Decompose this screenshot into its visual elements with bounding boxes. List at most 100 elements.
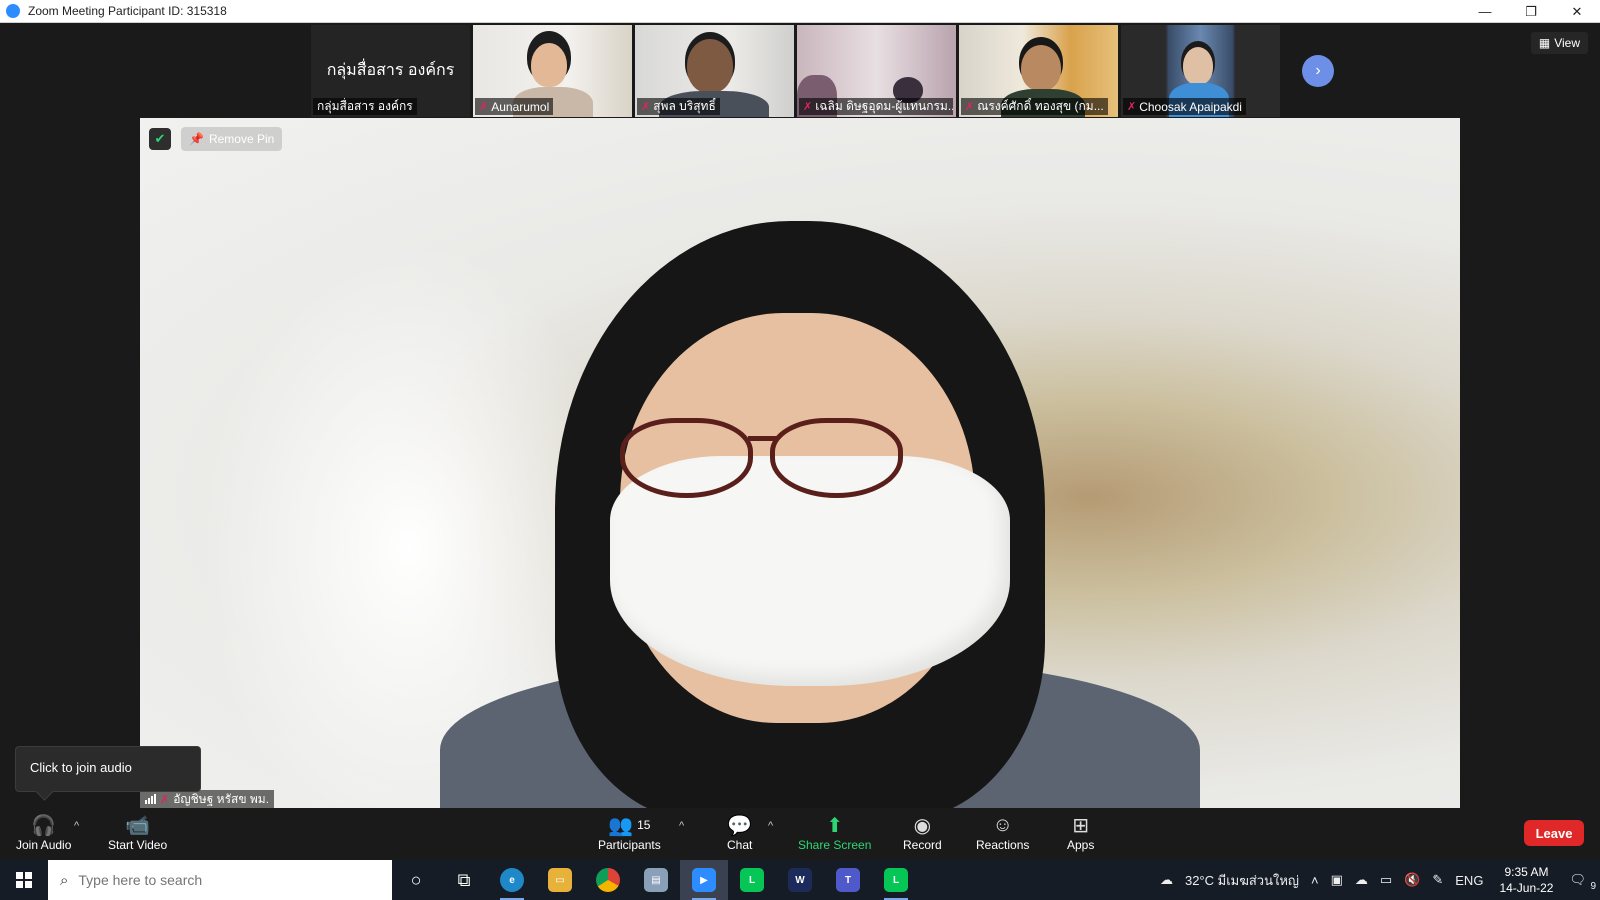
search-input[interactable] [78,872,359,888]
remove-pin-button[interactable]: 📌 Remove Pin [181,127,283,151]
line-app-icon-2[interactable]: L [872,860,920,900]
restore-button[interactable]: ❐ [1508,0,1554,23]
pinned-video[interactable]: ✔ 📌 Remove Pin ✗ อัญชิษฐ หรัสข พม. [140,118,1460,808]
apps-icon: ⊞ [1072,814,1090,837]
grid-view-icon: ▦ [1538,36,1551,50]
participant-name-label: ✗ Choosak Apaipakdi [1123,98,1246,115]
participant-tile[interactable]: ✗ สุพล บริสุทธิ์ [635,25,794,117]
clock-time: 9:35 AM [1504,865,1549,879]
speaker-name: อัญชิษฐ หรัสข พม. [173,791,270,806]
view-button[interactable]: ▦ View [1530,32,1588,54]
edge-browser-icon[interactable]: e [488,860,536,900]
clock-date: 14-Jun-22 [1499,881,1554,895]
chat-label: Chat [727,838,753,852]
zoom-meeting-window: Zoom Meeting Participant ID: 315318 — ❐ … [0,0,1600,900]
participant-name: ณรงค์ศักดิ์ ทองสุข (กม... [977,99,1104,113]
participant-name: กลุ่มสื่อสาร องค์กร [317,99,413,113]
weather-text[interactable]: 32°C มีเมฆส่วนใหญ่ [1179,870,1305,891]
chrome-browser-icon[interactable] [584,860,632,900]
windows-taskbar: ⌕ ○ ⧉ e ▭ ▤ ▶ L W T L ☁ 32°C มีเมฆส่วนให… [0,860,1600,900]
mic-muted-icon: ✗ [1127,101,1137,113]
glasses-bridge [748,436,778,441]
participant-tile[interactable]: ✗ เฉลิม ดิษฐอุดม-ผู้แทนกรม... [797,25,956,117]
task-view-icon[interactable]: ⧉ [440,860,488,900]
participant-tile[interactable]: ✗ Aunarumol [473,25,632,117]
close-button[interactable]: ✕ [1554,0,1600,23]
taskbar-search[interactable]: ⌕ [48,860,392,900]
participant-display-name: กลุ่มสื่อสาร องค์กร [326,62,455,79]
participants-options-caret[interactable]: ^ [679,820,684,832]
participants-icon: 👥 15 [608,814,651,837]
reactions-label: Reactions [976,838,1030,852]
signal-bars-icon [145,794,156,804]
reactions-icon: ☺ [992,813,1013,836]
title-bar: Zoom Meeting Participant ID: 315318 — ❐ … [0,0,1600,23]
share-screen-label: Share Screen [798,838,872,852]
participants-button[interactable]: 👥 15 Participants [598,812,661,853]
volume-muted-icon[interactable]: 🔇 [1398,872,1426,888]
apps-label: Apps [1067,838,1095,852]
notification-count: 9 [1590,881,1596,892]
video-off-icon: 📹 [125,814,151,837]
participant-tile[interactable]: ✗ Choosak Apaipakdi [1121,25,1280,117]
share-screen-button[interactable]: ⬆ Share Screen [798,812,872,853]
cortana-icon[interactable]: ○ [392,860,440,900]
chat-icon: 💬 [727,814,753,837]
meeting-toolbar: 🎧 Join Audio ^ 📹 Start Video 👥 15 Partici… [0,808,1600,860]
zoom-taskbar-icon[interactable]: ▶ [680,860,728,900]
join-audio-button[interactable]: 🎧 Join Audio [16,812,71,853]
windows-logo-icon [16,872,32,888]
glasses-left-lens [620,418,753,498]
headphones-icon: 🎧 [31,814,57,837]
chat-button[interactable]: 💬 Chat [727,812,753,853]
weather-cloud-icon[interactable]: ☁ [1154,872,1179,888]
participant-name: Aunarumol [491,99,550,114]
glasses-right-lens [770,418,903,498]
encryption-shield-icon[interactable]: ✔ [149,128,171,150]
participant-name-label: ✗ สุพล บริสุทธิ์ [637,98,720,115]
participant-gallery-strip: กลุ่มสื่อสาร องค์กร กลุ่มสื่อสาร องค์กร … [311,25,1280,117]
participant-tile[interactable]: กลุ่มสื่อสาร องค์กร กลุ่มสื่อสาร องค์กร [311,25,470,117]
speaker-name-label: ✗ อัญชิษฐ หรัสข พม. [140,790,275,808]
participant-name: สุพล บริสุทธิ์ [653,99,716,113]
file-explorer-icon[interactable]: ▭ [536,860,584,900]
mic-muted-icon: ✗ [803,101,813,113]
remove-pin-label: Remove Pin [208,132,275,146]
view-label: View [1554,36,1580,50]
start-video-button[interactable]: 📹 Start Video [108,812,168,853]
start-button[interactable] [0,860,48,900]
leave-button[interactable]: Leave [1524,820,1584,846]
participant-name-label: ✗ เฉลิม ดิษฐอุดม-ผู้แทนกรม... [799,98,953,115]
webex-app-icon[interactable]: W [776,860,824,900]
meet-now-icon[interactable]: ▣ [1325,872,1349,888]
next-page-button[interactable]: › [1302,55,1334,87]
participant-name-label: ✗ ณรงค์ศักดิ์ ทองสุข (กม... [961,98,1108,115]
mic-muted-icon: ✗ [965,101,975,113]
participant-tile[interactable]: ✗ ณรงค์ศักดิ์ ทองสุข (กม... [959,25,1118,117]
minimize-button[interactable]: — [1462,0,1508,23]
line-app-icon[interactable]: L [728,860,776,900]
onedrive-cloud-icon[interactable]: ☁ [1349,872,1374,888]
mic-muted-icon: ✗ [160,793,170,806]
reactions-button[interactable]: ☺ Reactions [976,812,1030,853]
notification-center-icon[interactable]: 🗨 9 [1563,872,1600,892]
participant-name: เฉลิม ดิษฐอุดม-ผู้แทนกรม... [815,99,953,113]
teams-app-icon[interactable]: T [824,860,872,900]
chevron-up-icon[interactable]: ˄ [1305,873,1325,888]
audio-options-caret[interactable]: ^ [74,820,79,832]
apps-button[interactable]: ⊞ Apps [1067,812,1095,853]
taskbar-clock[interactable]: 9:35 AM 14-Jun-22 [1489,864,1563,896]
network-icon[interactable]: ▭ [1374,872,1398,888]
language-indicator[interactable]: ENG [1449,873,1489,888]
join-audio-tooltip: Click to join audio [15,746,201,792]
start-video-label: Start Video [108,838,168,852]
participant-name-label: กลุ่มสื่อสาร องค์กร [313,98,417,115]
scanner-app-icon[interactable]: ▤ [632,860,680,900]
participants-label: Participants [598,838,661,852]
window-controls: — ❐ ✕ [1462,0,1600,23]
record-button[interactable]: ◉ Record [903,812,942,853]
pin-icon: 📌 [189,132,204,146]
window-title: Zoom Meeting Participant ID: 315318 [28,4,227,18]
chat-options-caret[interactable]: ^ [768,820,773,832]
pen-icon[interactable]: ✎ [1426,872,1449,888]
